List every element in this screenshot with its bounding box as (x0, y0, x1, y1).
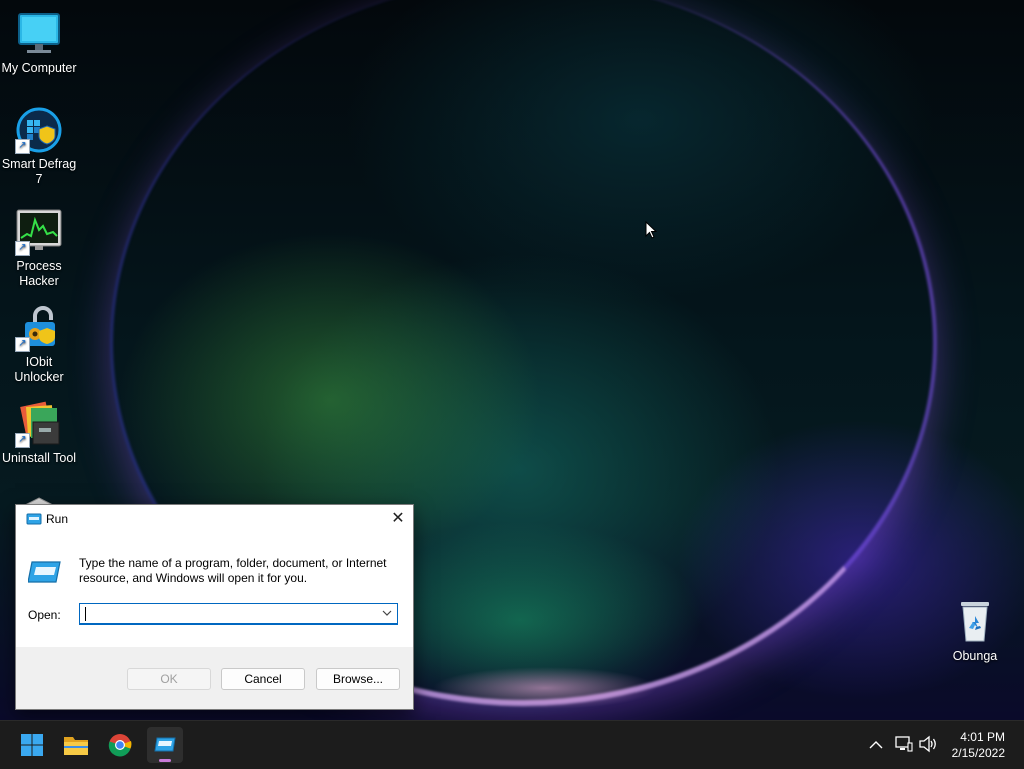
start-button[interactable] (14, 727, 50, 763)
cancel-button[interactable]: Cancel (221, 668, 305, 690)
run-icon (26, 513, 42, 525)
open-label: Open: (28, 608, 61, 622)
folder-icon (64, 737, 88, 755)
text-caret (85, 607, 86, 621)
run-icon (27, 559, 62, 585)
windows-logo-icon (21, 734, 43, 756)
chevron-up-icon[interactable] (866, 735, 886, 755)
open-input[interactable] (84, 606, 374, 622)
run-title: Run (46, 512, 69, 526)
chevron-down-icon[interactable] (380, 606, 394, 622)
taskbar: 4:01 PM 2/15/2022 (0, 720, 1024, 769)
recycle-bin-icon (951, 598, 999, 646)
iobit-unlocker-icon: ↗ (15, 304, 63, 352)
system-clock[interactable]: 4:01 PM 2/15/2022 (952, 729, 1005, 761)
active-indicator (159, 759, 171, 762)
ok-button[interactable]: OK (127, 668, 211, 690)
volume-icon[interactable] (918, 735, 938, 755)
desktop-icon-label: IObit Unlocker (14, 355, 64, 384)
shortcut-arrow-icon: ↗ (15, 241, 30, 256)
smart-defrag-icon: ↗ (15, 106, 63, 154)
open-combobox[interactable] (79, 603, 398, 625)
process-hacker-icon: ↗ (15, 208, 63, 256)
clock-date: 2/15/2022 (951, 746, 1005, 760)
browse-button[interactable]: Browse... (316, 668, 400, 690)
shortcut-arrow-icon: ↗ (15, 433, 30, 448)
chrome-icon (108, 734, 132, 757)
file-explorer-button[interactable] (58, 727, 94, 763)
desktop-icon-uninstall-tool[interactable]: ↗ Uninstall Tool (0, 400, 78, 466)
network-icon[interactable] (894, 735, 914, 755)
run-taskbar-button[interactable] (147, 727, 183, 763)
monitor-icon (15, 10, 63, 58)
wallpaper-glow (380, 640, 710, 720)
desktop-icon-process-hacker[interactable]: ↗ Process Hacker (0, 208, 78, 289)
mouse-pointer-icon (645, 220, 658, 239)
run-icon (154, 737, 176, 752)
desktop-icon-recycle-bin[interactable]: Obunga (936, 598, 1014, 664)
run-dialog: Run ✕ Type the name of a program, folder… (15, 504, 414, 710)
desktop-icon-label: Obunga (952, 649, 998, 663)
shortcut-arrow-icon: ↗ (15, 337, 30, 352)
desktop-icon-label: Uninstall Tool (1, 451, 77, 465)
shortcut-arrow-icon: ↗ (15, 139, 30, 154)
desktop-icon-label: My Computer (1, 61, 77, 75)
close-button[interactable]: ✕ (383, 505, 413, 533)
chrome-button[interactable] (102, 727, 138, 763)
uninstall-tool-icon: ↗ (15, 400, 63, 448)
desktop-icon-my-computer[interactable]: My Computer (0, 10, 78, 76)
run-title-bar[interactable]: Run ✕ (16, 505, 413, 533)
desktop-icon-iobit-unlocker[interactable]: ↗ IObit Unlocker (0, 304, 78, 385)
run-description: Type the name of a program, folder, docu… (79, 556, 387, 585)
desktop-icon-label: Process Hacker (16, 259, 62, 288)
desktop-icon-smart-defrag[interactable]: ↗ Smart Defrag 7 (0, 106, 78, 187)
clock-time: 4:01 PM (960, 730, 1005, 744)
desktop-icon-label: Smart Defrag 7 (1, 157, 77, 186)
